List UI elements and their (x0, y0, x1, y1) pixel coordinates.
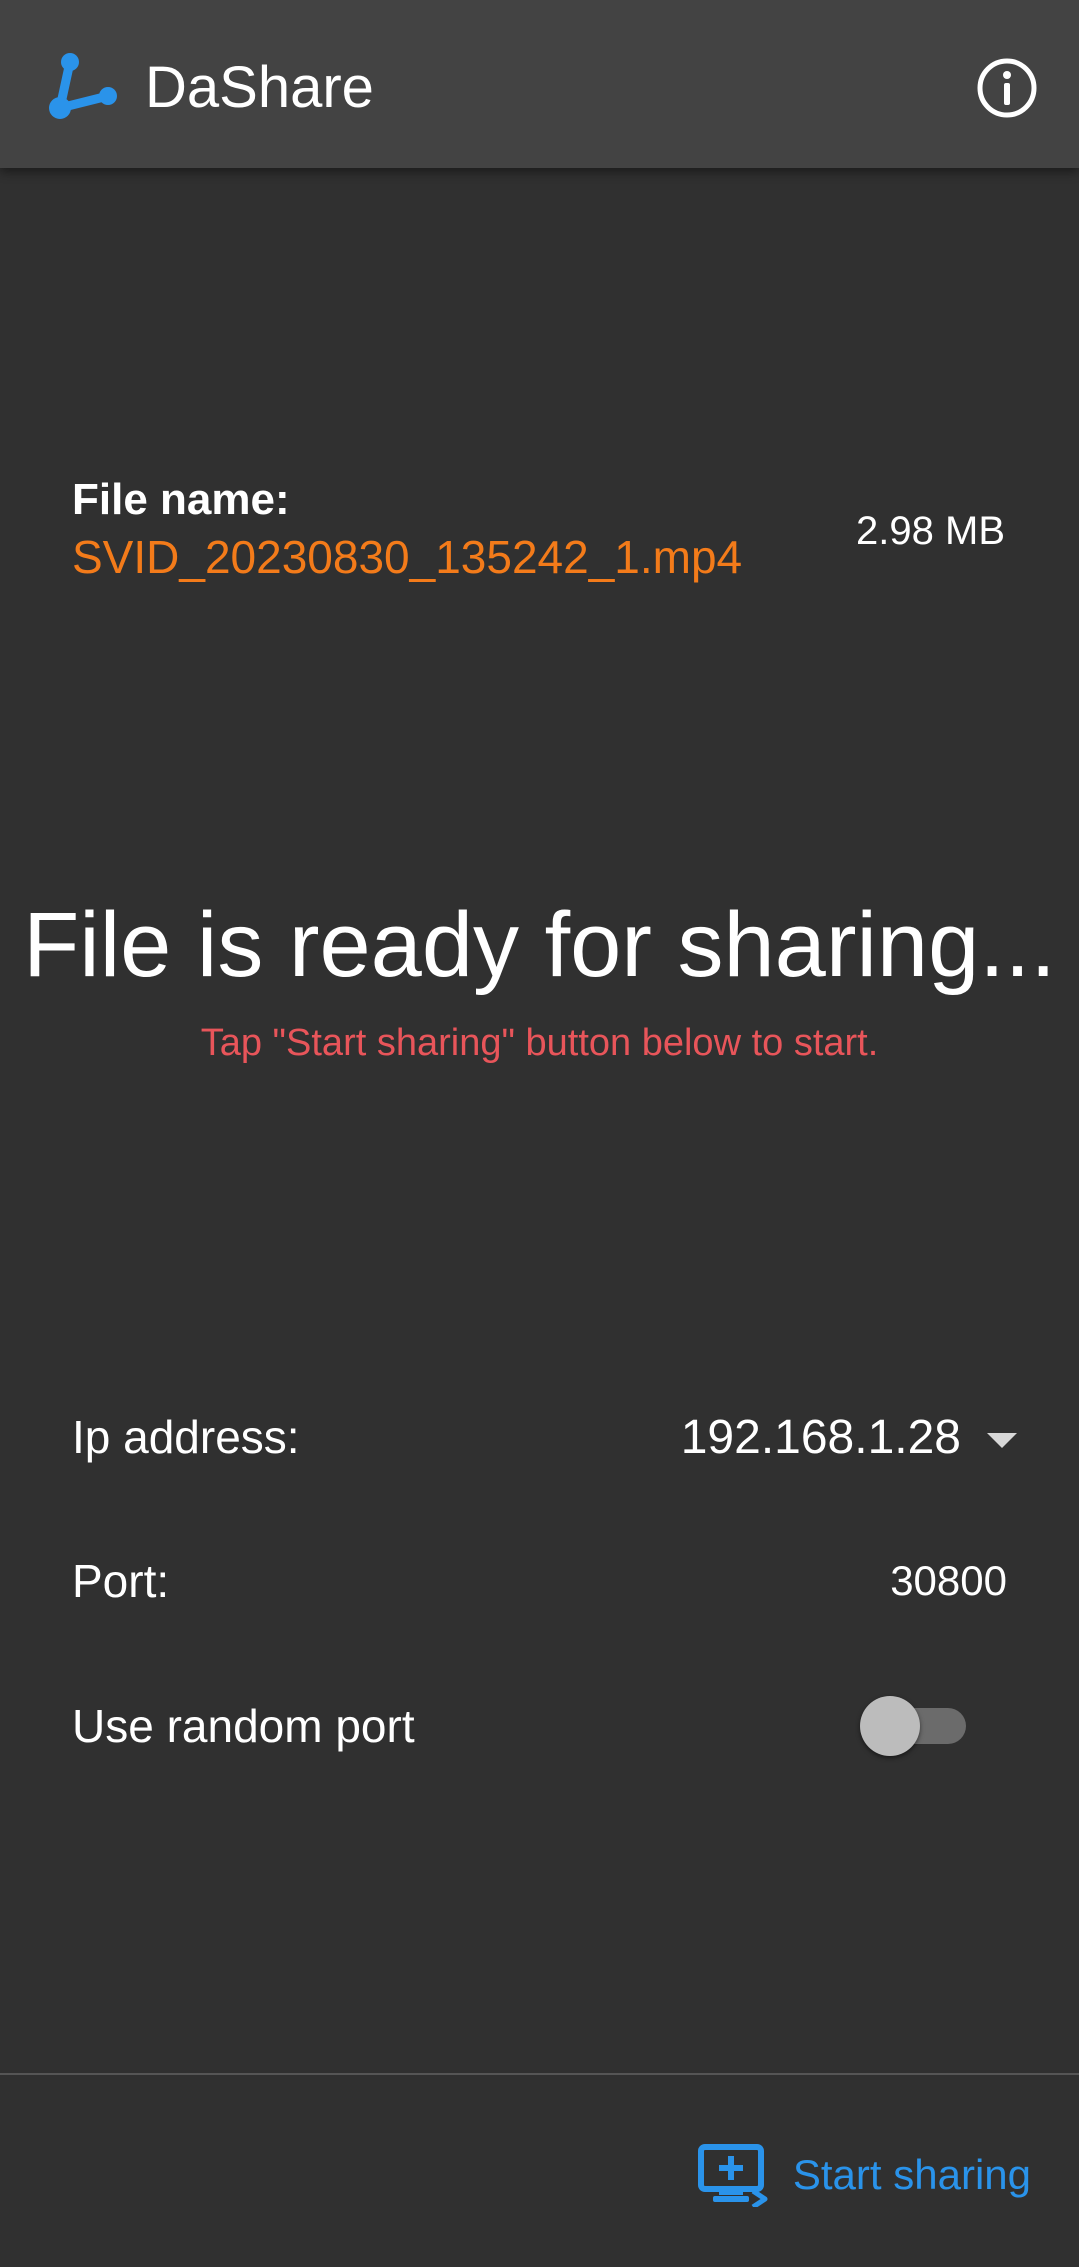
status-hint: Tap "Start sharing" button below to star… (200, 1022, 879, 1064)
port-value: 30800 (890, 1557, 1007, 1604)
ip-address-dropdown[interactable]: 192.168.1.28 (681, 1408, 1017, 1468)
file-name-value: SVID_20230830_135242_1.mp4 (72, 531, 743, 583)
info-icon[interactable] (972, 53, 1042, 123)
ip-address-value: 192.168.1.28 (680, 1411, 961, 1464)
file-info: File name: SVID_20230830_135242_1.mp4 (72, 472, 742, 586)
status-title: File is ready for sharing... (23, 894, 1056, 996)
random-port-toggle[interactable] (858, 1694, 970, 1758)
app-title: DaShare (145, 55, 374, 120)
start-sharing-label: Start sharing (792, 2151, 1031, 2198)
ip-address-label: Ip address: (72, 1411, 300, 1463)
bottom-divider (0, 2073, 1079, 2075)
start-sharing-button[interactable]: Start sharing (697, 2140, 1031, 2210)
app-bar: DaShare (0, 0, 1079, 168)
toggle-thumb (860, 1696, 920, 1756)
dropdown-arrow-icon (987, 1432, 1017, 1448)
file-size: 2.98 MB (856, 509, 1005, 553)
random-port-label: Use random port (72, 1700, 415, 1752)
screen-share-add-icon (697, 2144, 768, 2207)
share-logo-icon (49, 53, 117, 119)
port-label: Port: (72, 1555, 170, 1607)
file-name-label: File name: (72, 475, 290, 524)
